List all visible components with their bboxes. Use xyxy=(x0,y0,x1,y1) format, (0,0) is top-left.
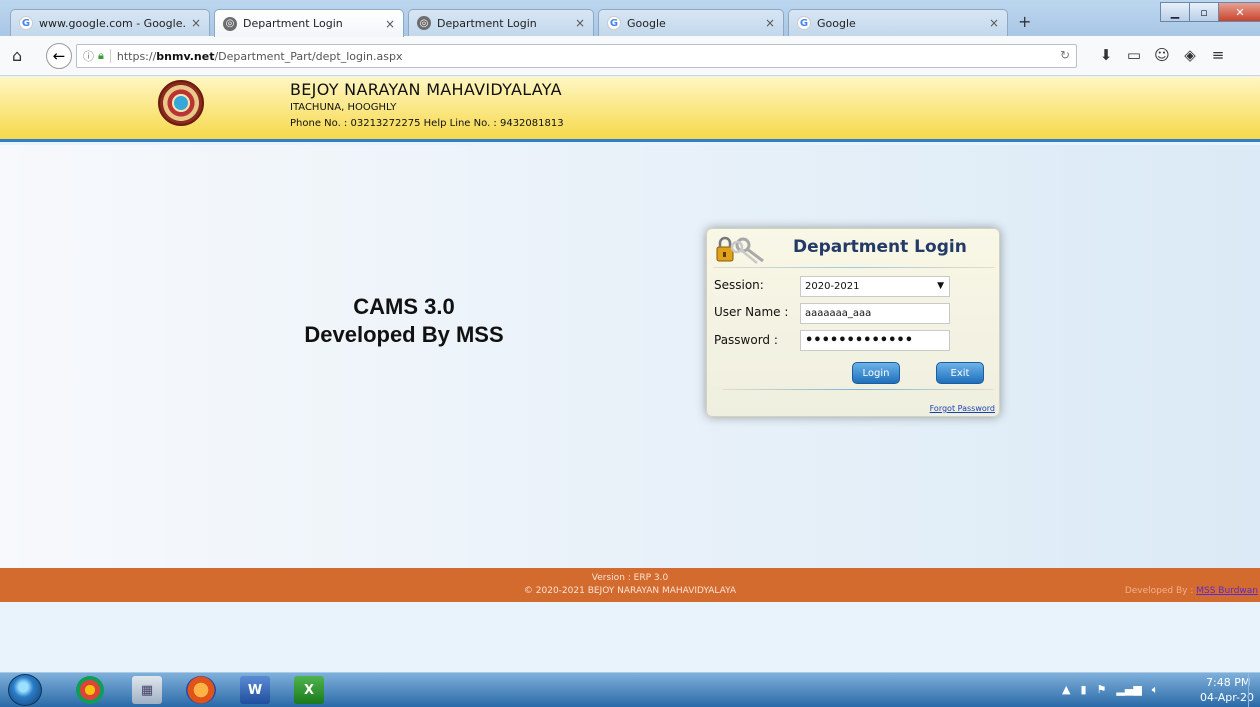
chevron-down-icon: ▼ xyxy=(937,281,944,291)
session-label: Session: xyxy=(714,278,764,292)
show-desktop-button[interactable] xyxy=(1248,673,1260,707)
close-tab-icon[interactable]: × xyxy=(765,16,775,30)
new-tab-button[interactable]: + xyxy=(1018,12,1031,31)
flag-icon[interactable]: ⚑ xyxy=(1097,683,1107,697)
keys-lock-icon xyxy=(716,236,764,264)
tab-department-login-active[interactable]: ◎ Department Login × xyxy=(214,9,404,37)
toolbar-icons: ⬇ ▭ ☺ ◈ ≡ xyxy=(1092,46,1232,64)
main-content: CAMS 3.0 Developed By MSS Department Log… xyxy=(0,145,1260,568)
reload-icon[interactable]: ↻ xyxy=(1060,48,1070,62)
volume-icon[interactable]: 🔈︎ xyxy=(1152,683,1159,697)
version-text: Version : ERP 3.0 xyxy=(591,573,669,583)
username-value: aaaaaaa_aaa xyxy=(805,308,872,319)
lock-icon: 🔒︎ xyxy=(98,49,104,62)
back-arrow-icon: ← xyxy=(52,47,66,65)
google-icon: G xyxy=(607,16,621,30)
college-name: BEJOY NARAYAN MAHAVIDYALAYA xyxy=(290,80,562,99)
college-logo xyxy=(158,80,204,126)
username-field[interactable]: aaaaaaa_aaa xyxy=(800,303,950,324)
exit-button[interactable]: Exit xyxy=(936,362,984,384)
clock-date[interactable]: 04-Apr-20 xyxy=(1200,691,1254,704)
address-bar[interactable]: ⓘ 🔒︎ https://bnmv.net/Department_Part/de… xyxy=(76,44,1077,68)
username-label: User Name : xyxy=(714,305,789,319)
copyright-text: © 2020-2021 BEJOY NARAYAN MAHAVIDYALAYA xyxy=(523,586,737,596)
menu-icon[interactable]: ≡ xyxy=(1204,46,1232,64)
url-host: bnmv.net xyxy=(156,49,215,63)
close-window-button[interactable]: ✕ xyxy=(1218,2,1260,22)
forgot-password-link[interactable]: Forgot Password xyxy=(930,404,995,413)
calculator-icon[interactable]: ▦ xyxy=(132,676,162,704)
tab-title: Google xyxy=(817,16,856,30)
login-button[interactable]: Login xyxy=(852,362,900,384)
login-title: Department Login xyxy=(793,237,967,257)
start-button[interactable] xyxy=(8,674,42,706)
developed-by: Developed By : MSS Burdwan xyxy=(1125,586,1258,596)
login-panel: Department Login Session: 2020-2021 ▼ Us… xyxy=(706,228,1000,417)
tab-title: Google xyxy=(627,16,666,30)
extension-icon[interactable]: ◈ xyxy=(1176,46,1204,64)
window-controls: ▁ ▫ ✕ xyxy=(1160,2,1260,22)
network-signal-icon[interactable]: ▂▄▆ xyxy=(1116,683,1141,697)
page-bottom-space xyxy=(0,602,1260,672)
system-tray: ▲ ▮ ⚑ ▂▄▆ 🔈︎ xyxy=(1062,683,1158,697)
back-button[interactable]: ← xyxy=(46,43,72,69)
session-value: 2020-2021 xyxy=(805,281,860,292)
developed-by-label: Developed By : xyxy=(1124,586,1197,596)
minimize-button[interactable]: ▁ xyxy=(1160,2,1190,22)
tab-google-3[interactable]: G Google × xyxy=(788,9,1008,36)
tab-google-1[interactable]: G www.google.com - Google... × xyxy=(10,9,210,36)
session-select[interactable]: 2020-2021 ▼ xyxy=(800,276,950,297)
divider xyxy=(713,267,995,268)
url-path: /Department_Part/dept_login.aspx xyxy=(214,49,403,63)
college-address: ITACHUNA, HOOGHLY xyxy=(290,102,397,113)
close-tab-icon[interactable]: × xyxy=(575,16,585,30)
product-version: CAMS 3.0 xyxy=(353,294,455,319)
google-icon: G xyxy=(797,16,811,30)
password-field[interactable]: ••••••••••••• xyxy=(800,330,950,351)
cams-icon: ◎ xyxy=(417,16,431,30)
site-header: BEJOY NARAYAN MAHAVIDYALAYA ITACHUNA, HO… xyxy=(0,77,1260,142)
product-developer: Developed By MSS xyxy=(304,322,504,347)
close-tab-icon[interactable]: × xyxy=(989,16,999,30)
site-footer: Version : ERP 3.0 © 2020-2021 BEJOY NARA… xyxy=(0,568,1260,602)
tab-google-2[interactable]: G Google × xyxy=(598,9,784,36)
divider xyxy=(723,389,993,390)
divider xyxy=(109,49,111,63)
url-prefix: https:// xyxy=(116,49,157,63)
google-icon: G xyxy=(19,16,33,30)
tab-title: Department Login xyxy=(243,17,343,30)
home-icon[interactable]: ⌂ xyxy=(12,46,22,65)
battery-icon[interactable]: ▮ xyxy=(1080,683,1086,697)
tab-title: Department Login xyxy=(437,16,537,30)
show-hidden-icons-icon[interactable]: ▲ xyxy=(1062,683,1070,697)
sidebar-icon[interactable]: ▭ xyxy=(1120,46,1148,64)
developer-link[interactable]: MSS Burdwan xyxy=(1196,586,1258,596)
tab-department-login[interactable]: ◎ Department Login × xyxy=(408,9,594,36)
download-icon[interactable]: ⬇ xyxy=(1092,46,1120,64)
chrome-icon[interactable] xyxy=(76,676,104,704)
tab-title: www.google.com - Google... xyxy=(39,16,185,30)
word-icon[interactable]: W xyxy=(240,676,270,704)
browser-navbar: ⌂ ← ⓘ 🔒︎ https://bnmv.net/Department_Par… xyxy=(0,36,1260,76)
college-phone: Phone No. : 03213272275 Help Line No. : … xyxy=(290,118,564,129)
windows-taskbar: ▦ W X ▲ ▮ ⚑ ▂▄▆ 🔈︎ 7:48 PM 04-Apr-20 xyxy=(0,672,1260,707)
info-icon[interactable]: ⓘ xyxy=(83,48,94,64)
close-tab-icon[interactable]: × xyxy=(191,16,201,30)
password-value: ••••••••••••• xyxy=(805,333,914,348)
chat-icon[interactable]: ☺ xyxy=(1148,46,1176,64)
password-label: Password : xyxy=(714,333,778,347)
firefox-icon[interactable] xyxy=(186,676,216,704)
cams-icon: ◎ xyxy=(223,16,237,31)
product-info: CAMS 3.0 Developed By MSS xyxy=(254,293,554,349)
close-tab-icon[interactable]: × xyxy=(385,17,395,31)
browser-tabstrip: G www.google.com - Google... × ◎ Departm… xyxy=(0,0,1260,37)
clock-time[interactable]: 7:48 PM xyxy=(1206,676,1250,689)
excel-icon[interactable]: X xyxy=(294,676,324,704)
maximize-button[interactable]: ▫ xyxy=(1189,2,1219,22)
